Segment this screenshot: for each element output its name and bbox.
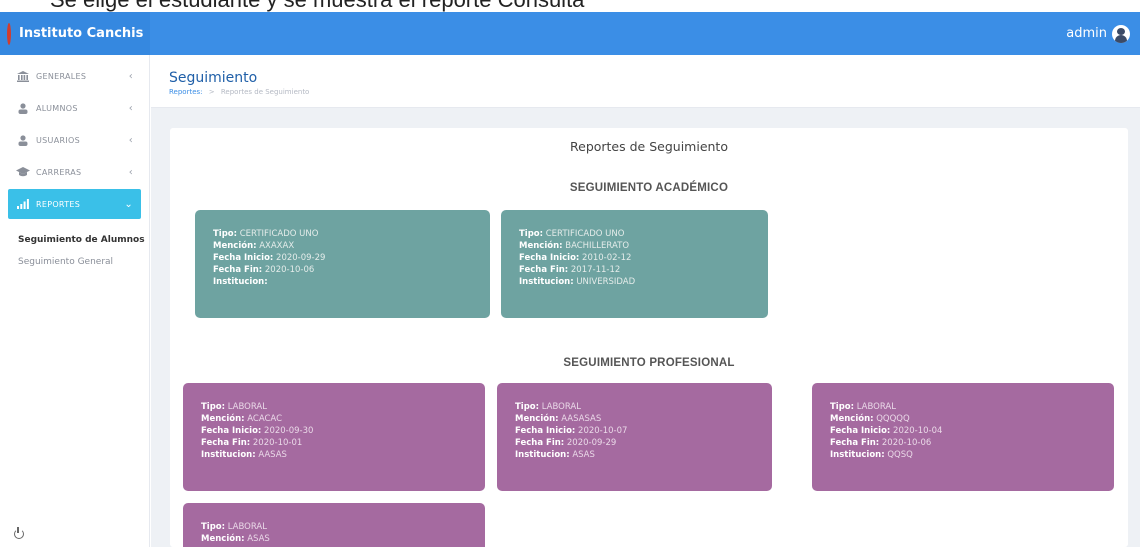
page-title: Seguimiento: [169, 70, 258, 86]
user-icon: [16, 134, 30, 146]
professional-card[interactable]: Tipo: LABORAL Mención: AASASAS Fecha Ini…: [497, 383, 772, 491]
caption-text: Se elige el estudiante y se muestra el r…: [50, 0, 584, 12]
power-icon[interactable]: [14, 527, 24, 539]
sidebar-item-reportes[interactable]: REPORTES ⌄: [8, 189, 141, 219]
professional-heading: SEGUIMIENTO PROFESIONAL: [563, 357, 735, 369]
brand[interactable]: Instituto Canchis: [0, 12, 150, 55]
chevron-left-icon: ‹: [128, 166, 133, 178]
sidebar-subitem-seguimiento-alumnos[interactable]: Seguimiento de Alumnos: [0, 229, 149, 251]
topbar: Instituto Canchis admin: [0, 12, 1140, 55]
app-window: Se elige el estudiante y se muestra el r…: [0, 0, 1140, 547]
sidebar-item-label: ALUMNOS: [36, 103, 78, 113]
professional-card[interactable]: Tipo: LABORAL Mención: QQQQQ Fecha Inici…: [812, 383, 1114, 491]
page-header: Seguimiento Reportes: > Reportes de Segu…: [151, 55, 1140, 108]
graduation-cap-icon: [16, 166, 30, 178]
breadcrumb-current: Reportes de Seguimiento: [220, 88, 310, 96]
chevron-left-icon: ‹: [128, 102, 133, 114]
user-icon: [16, 102, 30, 114]
academic-card[interactable]: Tipo: CERTIFICADO UNO Mención: BACHILLER…: [501, 210, 768, 318]
panel-title: Reportes de Seguimiento: [570, 139, 728, 154]
caption-strip: Se elige el estudiante y se muestra el r…: [0, 0, 1140, 12]
professional-card[interactable]: Tipo: LABORAL Mención: ASAS: [183, 503, 485, 547]
chevron-left-icon: ‹: [128, 134, 133, 146]
signal-bars-icon: [16, 198, 30, 210]
sidebar-item-label: USUARIOS: [36, 135, 80, 145]
breadcrumb-separator: >: [208, 88, 215, 96]
report-panel: Reportes de Seguimiento SEGUIMIENTO ACAD…: [170, 128, 1128, 547]
chevron-down-icon: ⌄: [124, 198, 133, 210]
sidebar-item-label: REPORTES: [36, 199, 81, 209]
professional-card[interactable]: Tipo: LABORAL Mención: ACACAC Fecha Inic…: [183, 383, 485, 491]
academic-heading: SEGUIMIENTO ACADÉMICO: [569, 182, 729, 194]
breadcrumb: Reportes: > Reportes de Seguimiento: [169, 88, 309, 96]
user-menu[interactable]: admin: [1066, 12, 1130, 55]
brand-name: Instituto Canchis: [19, 26, 144, 41]
sidebar-item-carreras[interactable]: CARRERAS ‹: [8, 157, 141, 187]
sidebar-item-label: GENERALES: [36, 71, 87, 81]
sidebar: GENERALES ‹ ALUMNOS ‹ USUARIOS ‹ CARRERA…: [0, 55, 150, 547]
sidebar-subitem-seguimiento-general[interactable]: Seguimiento General: [0, 251, 149, 273]
user-name: admin: [1066, 26, 1107, 41]
sidebar-item-usuarios[interactable]: USUARIOS ‹: [8, 125, 141, 155]
sidebar-item-alumnos[interactable]: ALUMNOS ‹: [8, 93, 141, 123]
institute-logo-icon: [7, 22, 11, 45]
avatar-icon[interactable]: [1112, 24, 1130, 43]
sidebar-item-generales[interactable]: GENERALES ‹: [8, 61, 141, 91]
building-icon: [16, 70, 30, 82]
academic-card[interactable]: Tipo: CERTIFICADO UNO Mención: AXAXAX Fe…: [195, 210, 490, 318]
breadcrumb-link[interactable]: Reportes:: [169, 88, 203, 96]
chevron-left-icon: ‹: [128, 70, 133, 82]
sidebar-item-label: CARRERAS: [36, 167, 82, 177]
